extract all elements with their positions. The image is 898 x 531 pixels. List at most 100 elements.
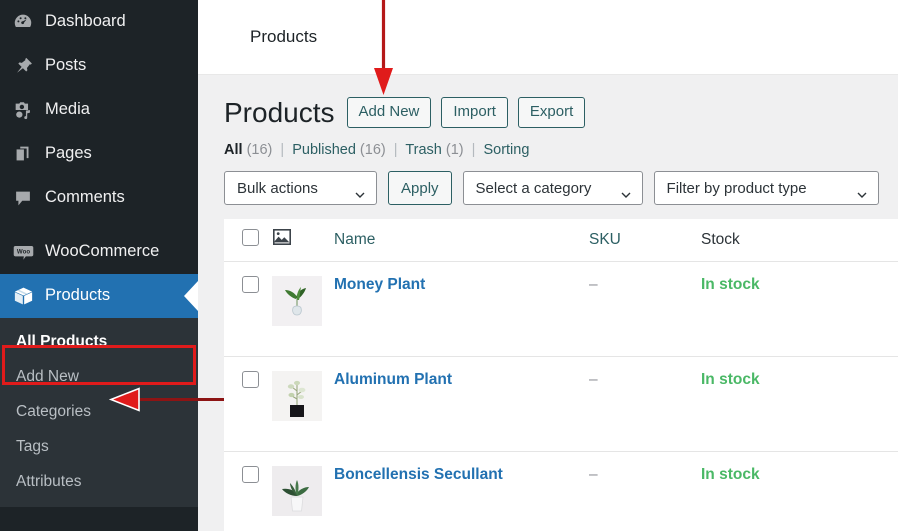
- sidebar-item-label: Pages: [45, 143, 92, 162]
- pages-icon: [11, 142, 35, 166]
- money-plant-thumbnail: [272, 275, 322, 326]
- filter-count-all: (16): [246, 142, 273, 158]
- row-name-cell: Aluminum Plant: [334, 356, 589, 452]
- sidebar-item-attributes[interactable]: Attributes: [0, 464, 198, 499]
- row-select-cell: [224, 261, 272, 357]
- content-area: Products Add New Import Export All (16) …: [198, 75, 898, 531]
- pin-icon: [11, 54, 35, 78]
- products-submenu: All Products Add New Categories Tags Att…: [0, 318, 198, 507]
- image-column-header: [272, 219, 334, 262]
- product-type-value: Filter by product type: [666, 179, 807, 197]
- product-type-select[interactable]: Filter by product type: [653, 171, 879, 205]
- stock-status: In stock: [701, 370, 760, 388]
- sidebar-item-all-products[interactable]: All Products: [0, 324, 198, 359]
- table-header-row: Name SKU Stock: [224, 219, 898, 262]
- filter-link-published[interactable]: Published: [292, 142, 356, 158]
- row-name-cell: Money Plant: [334, 261, 589, 357]
- page-header: Products Add New Import Export: [224, 97, 898, 128]
- product-name-link[interactable]: Money Plant: [334, 276, 425, 293]
- category-select[interactable]: Select a category: [462, 171, 643, 205]
- sidebar-item-comments[interactable]: Comments: [0, 176, 198, 220]
- bulk-actions-select[interactable]: Bulk actions: [224, 171, 377, 205]
- aluminum-plant-thumbnail: [272, 370, 322, 421]
- filter-link-trash[interactable]: Trash: [405, 142, 442, 158]
- current-menu-chevron-icon: [184, 281, 198, 311]
- row-stock-cell: In stock: [701, 261, 821, 357]
- row-thumbnail-cell: [272, 356, 334, 452]
- sku-column-header[interactable]: SKU: [589, 219, 701, 262]
- comments-icon: [11, 186, 35, 210]
- filter-link-sorting[interactable]: Sorting: [483, 142, 529, 158]
- sidebar-item-woocommerce[interactable]: Woo WooCommerce: [0, 230, 198, 274]
- export-button[interactable]: Export: [517, 97, 586, 128]
- filter-count-trash: (1): [445, 142, 464, 158]
- row-select-cell: [224, 451, 272, 531]
- woocommerce-icon: Woo: [11, 240, 35, 264]
- category-value: Select a category: [475, 179, 592, 197]
- page-title: Products: [224, 96, 335, 128]
- add-new-button[interactable]: Add New: [346, 97, 432, 128]
- filter-separator: |: [393, 142, 398, 158]
- stock-status: In stock: [701, 465, 760, 483]
- row-sku-cell: –: [589, 451, 701, 531]
- admin-sidebar: Dashboard Posts Media Pages Comments Woo…: [0, 0, 198, 531]
- products-table: Name SKU Stock Money Plant – In stock Al…: [224, 219, 898, 531]
- sidebar-item-tags[interactable]: Tags: [0, 429, 198, 464]
- row-checkbox[interactable]: [242, 465, 259, 483]
- filter-separator: |: [280, 142, 285, 158]
- svg-text:Woo: Woo: [16, 248, 29, 255]
- row-extra-cell: [821, 261, 898, 357]
- product-name-link[interactable]: Boncellensis Secullant: [334, 466, 503, 483]
- sidebar-item-label: Products: [45, 285, 111, 304]
- table-navigation: Bulk actions Apply Select a category Fil…: [224, 171, 898, 205]
- filter-link-all[interactable]: All: [224, 142, 243, 158]
- sidebar-item-label: Posts: [45, 55, 87, 74]
- select-all-checkbox[interactable]: [242, 228, 259, 246]
- filter-count-published: (16): [359, 142, 386, 158]
- media-icon: [11, 98, 35, 122]
- sidebar-item-media[interactable]: Media: [0, 88, 198, 132]
- sidebar-item-categories[interactable]: Categories: [0, 394, 198, 429]
- row-extra-cell: [821, 356, 898, 452]
- product-name-link[interactable]: Aluminum Plant: [334, 371, 452, 388]
- apply-button[interactable]: Apply: [388, 171, 452, 205]
- sidebar-item-posts[interactable]: Posts: [0, 44, 198, 88]
- sidebar-item-products[interactable]: Products: [0, 274, 198, 318]
- sidebar-item-add-new[interactable]: Add New: [0, 359, 198, 394]
- select-all-header: [224, 219, 272, 262]
- status-filter-links: All (16) | Published (16) | Trash (1) | …: [224, 142, 898, 158]
- chevron-down-icon: [621, 185, 631, 198]
- top-bar: Products: [198, 0, 898, 75]
- row-checkbox[interactable]: [242, 370, 259, 388]
- row-name-cell: Boncellensis Secullant: [334, 451, 589, 531]
- filter-separator: |: [471, 142, 476, 158]
- sidebar-item-label: Dashboard: [45, 11, 126, 30]
- admin-screen: Dashboard Posts Media Pages Comments Woo…: [0, 0, 898, 531]
- stock-status: In stock: [701, 275, 760, 293]
- row-stock-cell: In stock: [701, 356, 821, 452]
- table-row: Boncellensis Secullant – In stock: [224, 451, 898, 531]
- row-thumbnail-cell: [272, 261, 334, 357]
- products-box-icon: [11, 284, 35, 308]
- main-content: Products Products Add New Import Export …: [198, 0, 898, 531]
- sidebar-item-label: WooCommerce: [45, 241, 160, 260]
- boncellensis-secullant-thumbnail: [272, 465, 322, 516]
- row-checkbox[interactable]: [242, 275, 259, 293]
- sidebar-divider: [0, 220, 198, 230]
- row-sku-cell: –: [589, 356, 701, 452]
- row-select-cell: [224, 356, 272, 452]
- chevron-down-icon: [355, 185, 365, 198]
- sidebar-item-label: Media: [45, 99, 90, 118]
- table-header: Name SKU Stock: [224, 219, 898, 262]
- bulk-actions-value: Bulk actions: [237, 179, 318, 197]
- image-column-icon: [272, 228, 292, 246]
- name-column-header[interactable]: Name: [334, 219, 589, 262]
- table-body: Money Plant – In stock Aluminum Plant – …: [224, 261, 898, 531]
- extra-column-header: [821, 219, 898, 262]
- stock-column-header[interactable]: Stock: [701, 219, 821, 262]
- row-extra-cell: [821, 451, 898, 531]
- import-button[interactable]: Import: [441, 97, 508, 128]
- sidebar-item-dashboard[interactable]: Dashboard: [0, 0, 198, 44]
- row-thumbnail-cell: [272, 451, 334, 531]
- sidebar-item-pages[interactable]: Pages: [0, 132, 198, 176]
